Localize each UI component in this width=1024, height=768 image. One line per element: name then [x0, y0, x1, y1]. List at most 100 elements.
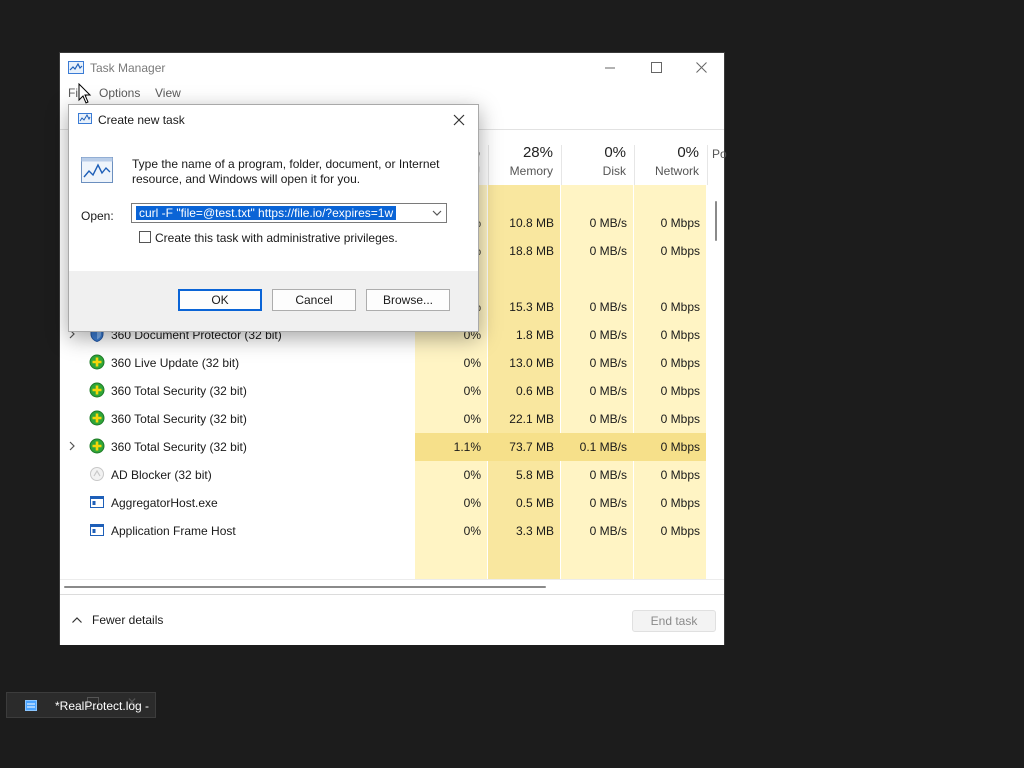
network-value: 0 Mbps — [660, 412, 700, 426]
end-task-button[interactable]: End task — [632, 610, 716, 632]
dialog-title-bar[interactable]: Create new task — [69, 105, 478, 135]
network-label: Network — [654, 164, 699, 178]
table-row[interactable]: 360 Live Update (32 bit) 0% 13.0 MB 0 MB/s 0… — [60, 349, 708, 377]
cpu-value: 0% — [463, 356, 481, 370]
close-button[interactable] — [678, 53, 724, 83]
memory-value: 18.8 MB — [509, 244, 554, 258]
memory-value: 3.3 MB — [515, 524, 554, 538]
horizontal-scroll-thumb[interactable] — [64, 586, 546, 588]
admin-privileges-checkbox[interactable] — [139, 231, 151, 243]
app-window-icon — [89, 494, 105, 510]
close-icon — [696, 62, 707, 73]
memory-value: 22.1 MB — [509, 412, 554, 426]
network-value: 0 Mbps — [660, 440, 700, 454]
network-value: 0 Mbps — [660, 300, 700, 314]
table-row[interactable]: 360 Total Security (32 bit) 0% 0.6 MB 0 MB/… — [60, 377, 708, 405]
disk-value: 0 MB/s — [589, 300, 627, 314]
disk-label: Disk — [602, 164, 626, 178]
plus-circle-icon — [89, 438, 105, 454]
mouse-cursor-icon — [78, 83, 92, 104]
network-value: 0 Mbps — [660, 496, 700, 510]
disk-total: 0% — [604, 144, 626, 161]
disk-value: 0 MB/s — [589, 496, 627, 510]
adblock-icon — [89, 466, 105, 482]
cancel-button[interactable]: Cancel — [272, 289, 356, 311]
browse-button[interactable]: Browse... — [366, 289, 450, 311]
column-power[interactable]: Po — [707, 145, 727, 185]
maximize-icon — [651, 62, 662, 73]
memory-value: 10.8 MB — [509, 216, 554, 230]
power-label: Po — [712, 147, 727, 161]
network-value: 0 Mbps — [660, 244, 700, 258]
network-value: 0 Mbps — [660, 328, 700, 342]
vertical-scroll-thumb[interactable] — [715, 201, 717, 241]
dialog-body: Type the name of a program, folder, docu… — [69, 135, 478, 271]
window-title: Task Manager — [90, 61, 166, 75]
memory-value: 73.7 MB — [509, 440, 554, 454]
process-name: AggregatorHost.exe — [111, 496, 218, 510]
minimize-button[interactable] — [587, 53, 633, 83]
column-memory[interactable]: 28% Memory — [488, 144, 561, 185]
column-disk[interactable]: 0% Disk — [561, 144, 634, 185]
column-network[interactable]: 0% Network — [634, 144, 707, 185]
title-bar[interactable]: Task Manager — [60, 53, 724, 83]
dialog-title: Create new task — [98, 113, 185, 127]
disk-value: 0 MB/s — [589, 244, 627, 258]
table-row[interactable]: 360 Total Security (32 bit) 0% 22.1 MB 0 MB… — [60, 405, 708, 433]
cpu-value: 0% — [463, 524, 481, 538]
disk-value: 0 MB/s — [589, 356, 627, 370]
fewer-details-label: Fewer details — [92, 613, 164, 627]
process-name: 360 Total Security (32 bit) — [111, 384, 247, 398]
open-label: Open: — [81, 209, 114, 223]
table-row[interactable]: Application Frame Host 0% 3.3 MB 0 MB/s 0 Mb… — [60, 517, 708, 545]
taskbar-thumbnail-label: *RealProtect.log - N — [55, 699, 153, 713]
process-name: 360 Live Update (32 bit) — [111, 356, 240, 370]
cpu-value: 1.1% — [453, 440, 481, 454]
dialog-description: Type the name of a program, folder, docu… — [132, 157, 440, 186]
menu-view[interactable]: View — [155, 86, 181, 100]
disk-value: 0 MB/s — [589, 216, 627, 230]
footer-bar: Fewer details End task — [60, 594, 724, 645]
menu-bar: File Options View — [60, 83, 724, 105]
memory-value: 0.6 MB — [515, 384, 554, 398]
fewer-details-button[interactable]: Fewer details — [72, 613, 163, 627]
network-value: 0 Mbps — [660, 468, 700, 482]
admin-privileges-label[interactable]: Create this task with administrative pri… — [155, 231, 398, 245]
disk-value: 0 MB/s — [589, 524, 627, 538]
memory-value: 5.8 MB — [515, 468, 554, 482]
network-value: 0 Mbps — [660, 356, 700, 370]
taskbar-thumbnail[interactable]: ✕ *RealProtect.log - N — [6, 692, 156, 718]
cpu-value: 0% — [463, 468, 481, 482]
table-row[interactable]: 360 Total Security (32 bit) 1.1% 73.7 MB 0.… — [60, 433, 708, 461]
memory-total: 28% — [522, 144, 553, 161]
memory-value: 13.0 MB — [509, 356, 554, 370]
open-combobox[interactable]: curl -F "file=@test.txt" https://file.io… — [131, 203, 447, 223]
table-row[interactable]: AggregatorHost.exe 0% 0.5 MB 0 MB/s 0 Mbps — [60, 489, 708, 517]
plus-circle-icon — [89, 410, 105, 426]
memory-label: Memory — [509, 164, 553, 178]
process-name: 360 Total Security (32 bit) — [111, 412, 247, 426]
process-name: 360 Total Security (32 bit) — [111, 440, 247, 454]
process-name: Application Frame Host — [111, 524, 236, 538]
cpu-value: 0% — [463, 496, 481, 510]
minimize-icon — [605, 67, 615, 69]
disk-value: 0 MB/s — [589, 328, 627, 342]
vertical-scrollbar[interactable] — [708, 185, 724, 579]
disk-value: 0 MB/s — [589, 384, 627, 398]
horizontal-scrollbar[interactable] — [60, 579, 724, 594]
notepad-icon — [25, 700, 37, 711]
chevron-down-icon[interactable] — [432, 208, 442, 218]
disk-value: 0 MB/s — [589, 468, 627, 482]
open-input-value[interactable]: curl -F "file=@test.txt" https://file.io… — [136, 206, 397, 220]
ok-button[interactable]: OK — [178, 289, 262, 311]
table-row[interactable]: AD Blocker (32 bit) 0% 5.8 MB 0 MB/s 0 Mbps — [60, 461, 708, 489]
dialog-close-button[interactable] — [449, 111, 469, 129]
chevron-right-icon[interactable] — [67, 440, 77, 452]
disk-value: 0 MB/s — [589, 412, 627, 426]
menu-options[interactable]: Options — [99, 86, 140, 100]
plus-circle-icon — [89, 354, 105, 370]
chevron-up-icon — [72, 617, 82, 623]
maximize-button[interactable] — [633, 53, 679, 83]
close-icon — [453, 114, 465, 126]
create-new-task-dialog: Create new task Type the name of a progr… — [68, 104, 479, 332]
